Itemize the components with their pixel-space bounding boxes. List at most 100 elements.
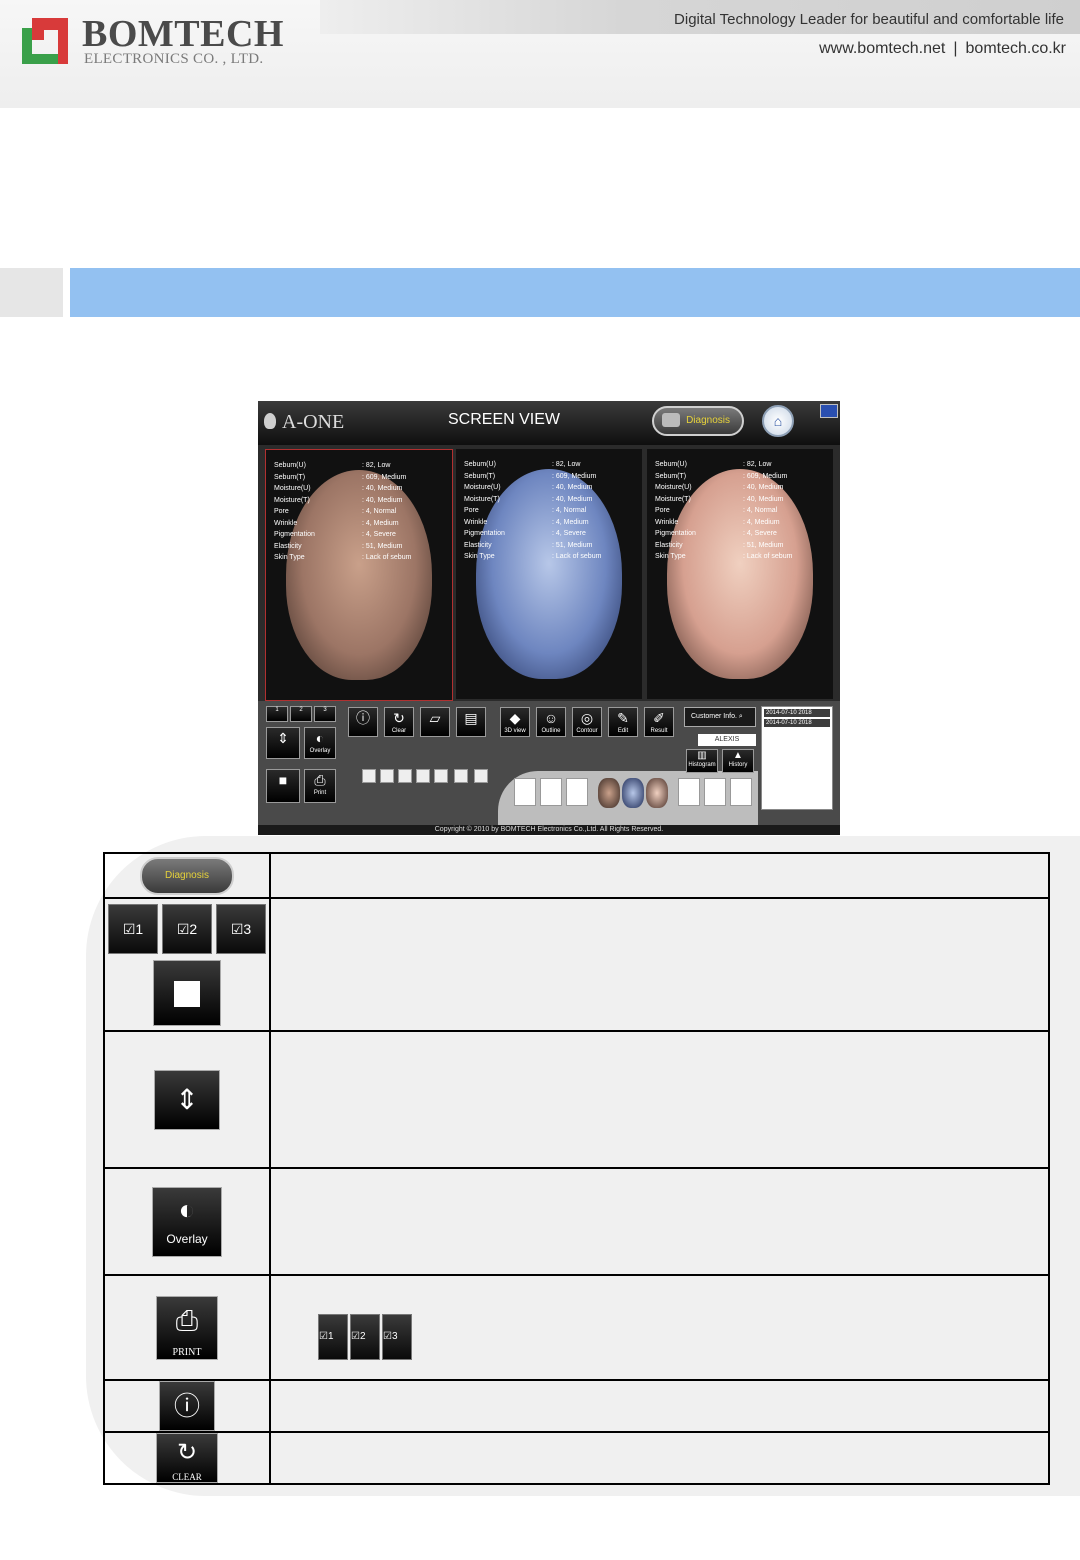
edit-button[interactable]: ✎ Edit [608,707,638,737]
overlay-button[interactable]: ◐ Overlay [304,727,336,759]
check-2-button[interactable]: 2 [290,706,312,722]
brand-subtitle: ELECTRONICS CO. , LTD. [84,51,264,67]
black-marker-icon[interactable] [416,769,430,783]
description-cell [269,1167,1050,1276]
fullscreen-icon [153,959,221,1026]
empty-slot[interactable] [730,778,752,806]
history-date-list[interactable]: 2014-07-10 2018 2014-07-10 2018 [761,706,833,810]
printer-icon: ⎙ [314,772,326,788]
check-1-icon: ☑1 [108,903,158,954]
image-tool-icon[interactable] [434,769,448,783]
date-item[interactable]: 2014-07-10 2018 [764,709,830,717]
folder-icon: ▱ [429,710,441,726]
face-thumbnail-2[interactable] [622,778,644,808]
contour-button[interactable]: ◎ Contour [572,707,602,737]
search-icon: ⌕ [738,713,743,720]
empty-slot[interactable] [704,778,726,806]
table-row: ☑1 ☑2 ☑3 [103,897,1050,1032]
profile-align-button[interactable]: ⇕ [266,727,300,759]
eraser-icon[interactable] [474,769,488,783]
section-title-bar [70,268,1080,317]
histogram-button[interactable]: ▥ Histogram [686,749,718,773]
customer-name: ALEXIS [698,734,756,746]
description-cell [269,1379,1050,1433]
diagnosis-label: Diagnosis [686,415,730,426]
analysis-list: Sebum(U): 82, Low Sebum(T): 609, Medium … [464,461,602,560]
fullscreen-button[interactable]: ■ [266,769,300,803]
profile-align-icon: ⇕ [154,1069,220,1130]
url-primary[interactable]: www.bomtech.net [819,40,945,57]
table-row: ⓘ [103,1379,1050,1433]
open-folder-button[interactable]: ▱ [420,707,450,737]
yellow-marker-icon[interactable] [380,769,394,783]
check-3-button[interactable]: 3 [314,706,336,722]
blue-marker-icon[interactable] [398,769,412,783]
print-icon: ⎙ PRINT [156,1295,218,1360]
tagline: Digital Technology Leader for beautiful … [674,11,1064,28]
camera-icon [662,413,680,427]
face-thumbnail-1[interactable] [598,778,620,808]
url-secondary[interactable]: bomtech.co.kr [966,40,1066,57]
check-1-button[interactable]: 1 [266,706,288,722]
empty-slot[interactable] [566,778,588,806]
check-3-icon: ☑3 [216,903,266,954]
section-number-box [0,268,63,317]
empty-slot[interactable] [514,778,536,806]
red-marker-icon[interactable] [362,769,376,783]
result-icon: ✐ [653,710,665,726]
table-row: ⇕ [103,1030,1050,1169]
table-row: ⎙ PRINT ☑1 ☑2 ☑3 [103,1274,1050,1381]
website-urls: www.bomtech.net | bomtech.co.kr [819,40,1066,58]
page-header: BOMTECH ELECTRONICS CO. , LTD. Digital T… [0,0,1080,108]
3d-view-button[interactable]: ◆ 3D view [500,707,530,737]
date-item[interactable]: 2014-07-10 2018 [764,719,830,727]
app-topbar: A-ONE SCREEN VIEW Diagnosis ⌂ [258,401,840,445]
minimize-button[interactable] [820,404,838,418]
ruler-icon[interactable] [454,769,468,783]
description-cell [269,1431,1050,1485]
bomtech-logo-icon [22,18,68,64]
home-button[interactable]: ⌂ [762,405,794,437]
copyright: Copyright © 2010 by BOMTECH Electronics … [258,825,840,835]
up-down-arrows-icon: ⇕ [277,730,289,746]
analysis-list: Sebum(U): 82, Low Sebum(T): 609, Medium … [274,462,412,561]
history-button[interactable]: ▲ History [722,749,754,773]
info-icon: ⓘ [159,1381,215,1431]
description-cell [269,897,1050,1032]
overlay-icon: ◐ [315,730,325,746]
check-1-icon: ☑1 [318,1314,348,1360]
screen-view-screenshot: A-ONE SCREEN VIEW Diagnosis ⌂ Sebum(U): … [258,401,840,835]
brand-name: BOMTECH [82,13,284,55]
refresh-icon: ↻ [393,710,405,726]
table-row: ◐ Overlay [103,1167,1050,1276]
empty-slot[interactable] [678,778,700,806]
history-icon: ▲ [733,750,743,761]
result-button[interactable]: ✐ Result [644,707,674,737]
face-panel-2[interactable]: Sebum(U): 82, Low Sebum(T): 609, Medium … [456,449,642,699]
check-2-icon: ☑2 [162,903,212,954]
outline-button[interactable]: ☺ Outline [536,707,566,737]
diagnosis-button[interactable]: Diagnosis [652,406,744,436]
url-separator: | [953,40,958,57]
document-button[interactable]: ▤ [456,707,486,737]
empty-slot[interactable] [540,778,562,806]
info-button[interactable]: ⓘ [348,707,378,737]
inline-check-icons: ☑1 ☑2 ☑3 [317,1314,413,1360]
face-panel-1[interactable]: Sebum(U): 82, Low Sebum(T): 609, Medium … [265,449,453,701]
edit-icon: ✎ [617,710,629,726]
face-thumbnail-3[interactable] [646,778,668,808]
check-2-icon: ☑2 [350,1314,380,1360]
clear-button[interactable]: ↻ Clear [384,707,414,737]
face-panel-3[interactable]: Sebum(U): 82, Low Sebum(T): 609, Medium … [647,449,833,699]
analysis-list: Sebum(U): 82, Low Sebum(T): 609, Medium … [655,461,793,560]
clear-icon: ↻ CLEAR [156,1433,218,1483]
drop-icon [264,413,276,429]
table-row: ↻ CLEAR [103,1431,1050,1485]
fullscreen-icon: ■ [278,772,288,788]
table-row: Diagnosis [103,852,1050,899]
customer-info-button[interactable]: Customer Info. ⌕ [684,707,756,727]
print-button[interactable]: ⎙ Print [304,769,336,803]
description-cell [269,1030,1050,1169]
description-cell: ☑1 ☑2 ☑3 [269,1274,1050,1381]
app-title: SCREEN VIEW [448,411,561,428]
